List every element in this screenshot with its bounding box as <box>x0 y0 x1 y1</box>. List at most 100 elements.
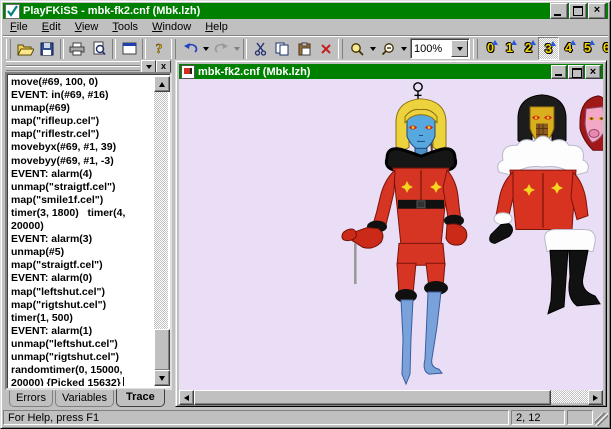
document-title-bar[interactable]: mbk-fk2.cnf (Mbk.lzh) × <box>179 64 603 79</box>
menu-item[interactable]: View <box>68 20 106 34</box>
print-preview-button[interactable] <box>88 38 110 60</box>
minimize-icon <box>554 14 561 16</box>
zoom-in-dropdown[interactable] <box>368 38 377 60</box>
maximize-button[interactable] <box>569 3 587 19</box>
menu-item[interactable]: Edit <box>35 20 68 34</box>
tab-variables[interactable]: Variables <box>55 390 114 407</box>
toolbar-band-grip <box>6 39 11 59</box>
scroll-right-button[interactable] <box>588 390 603 405</box>
female-symbol-marker[interactable] <box>414 83 422 100</box>
doll-canvas[interactable] <box>179 79 603 390</box>
cel-head-pink[interactable] <box>580 96 603 150</box>
zoom-in-button[interactable] <box>346 38 368 60</box>
help-button[interactable]: ? <box>148 38 170 60</box>
window-icon <box>122 42 137 55</box>
trace-line: unmap("rigtshut.cel") <box>11 351 153 364</box>
menu-item[interactable]: Window <box>145 20 198 34</box>
toolbar-band-grip <box>171 39 176 59</box>
page-flag-icon <box>511 40 517 45</box>
zoom-level-value: 100% <box>411 43 451 55</box>
resize-grip[interactable] <box>595 413 608 426</box>
zoom-level-combobox[interactable]: 100% <box>410 38 470 59</box>
print-preview-icon <box>92 41 106 56</box>
cel-black-glove[interactable] <box>490 224 513 244</box>
save-button[interactable] <box>36 38 58 60</box>
print-button[interactable] <box>66 38 88 60</box>
cel-black-boots[interactable] <box>545 230 600 314</box>
doll-main-figure[interactable] <box>342 83 467 384</box>
chevron-down-icon <box>401 47 407 51</box>
page-buttons: 0123456789 <box>481 37 608 60</box>
paste-button[interactable] <box>293 38 315 60</box>
trace-line: unmap("straigtf.cel") <box>11 181 153 194</box>
open-button[interactable] <box>14 38 36 60</box>
page-button-0[interactable]: 0 <box>481 37 500 58</box>
trace-line: EVENT: alarm(0) <box>11 272 153 285</box>
scroll-left-button[interactable] <box>179 390 194 405</box>
scrollbar-track[interactable] <box>551 390 588 403</box>
trace-log-listbox[interactable]: move(#69, 100, 0)EVENT: in(#69, #16)unma… <box>5 72 172 390</box>
open-folder-icon <box>17 42 34 56</box>
menu-item[interactable]: Tools <box>105 20 145 34</box>
menu-bar: FileEditViewToolsWindowHelp <box>3 19 608 35</box>
trace-line: unmap(#69) <box>11 102 153 115</box>
toolbar-separator <box>243 39 247 59</box>
cel-jacket-red[interactable] <box>490 136 589 243</box>
menu-item[interactable]: Help <box>198 20 235 34</box>
scroll-down-button[interactable] <box>154 370 170 386</box>
close-button[interactable]: × <box>588 3 606 19</box>
scroll-up-button[interactable] <box>154 76 170 92</box>
scrollbar-thumb[interactable] <box>194 390 551 405</box>
menu-item[interactable]: File <box>3 20 35 34</box>
page-flag-icon <box>589 40 595 45</box>
trace-pane: x move(#69, 100, 0)EVENT: in(#69, #16)un… <box>3 60 173 409</box>
tab-errors[interactable]: Errors <box>9 390 53 407</box>
title-bar[interactable]: PlayFKiSS - mbk-fk2.cnf (Mbk.lzh) × <box>3 3 608 19</box>
doc-maximize-button[interactable] <box>568 65 584 79</box>
page-button-2[interactable]: 2 <box>519 37 538 58</box>
document-window: mbk-fk2.cnf (Mbk.lzh) × <box>175 60 607 407</box>
undo-dropdown[interactable] <box>201 38 210 60</box>
toolbar-separator <box>142 39 146 59</box>
trace-line: 20000) {Picked 15632} <box>11 377 153 386</box>
zoom-out-button[interactable] <box>377 38 399 60</box>
copy-icon <box>275 42 289 56</box>
trace-line: unmap("leftshut.cel") <box>11 338 153 351</box>
copy-button[interactable] <box>271 38 293 60</box>
doll-right-glove[interactable] <box>446 224 467 245</box>
redo-button[interactable] <box>210 38 232 60</box>
delete-button[interactable] <box>315 38 337 60</box>
trace-line: EVENT: in(#69, #16) <box>11 89 153 102</box>
cursor-position: 2, 12 <box>511 410 565 425</box>
scrollbar-thumb[interactable] <box>154 329 170 371</box>
zoom-out-dropdown[interactable] <box>399 38 408 60</box>
maximize-icon <box>573 6 583 16</box>
page-button-3[interactable]: 3 <box>538 37 559 60</box>
trace-line: move(#69, 100, 0) <box>11 76 153 89</box>
tab-trace[interactable]: Trace <box>116 389 165 407</box>
undo-button[interactable] <box>179 38 201 60</box>
trace-line: EVENT: alarm(3) <box>11 233 153 246</box>
page-button-1[interactable]: 1 <box>500 37 519 58</box>
combobox-dropdown-button[interactable] <box>451 40 468 57</box>
doc-close-button[interactable]: × <box>585 65 601 79</box>
cut-button[interactable] <box>249 38 271 60</box>
page-button-6[interactable]: 6 <box>597 37 608 58</box>
arrow-left-icon <box>184 395 189 401</box>
trace-vertical-scrollbar[interactable] <box>154 76 168 386</box>
minimize-button[interactable] <box>550 3 568 19</box>
toolbar: ? 100% <box>3 35 608 61</box>
redo-dropdown[interactable] <box>232 38 241 60</box>
toolbar-band-grip <box>338 39 343 59</box>
app-window: PlayFKiSS - mbk-fk2.cnf (Mbk.lzh) × File… <box>0 0 611 429</box>
page-button-5[interactable]: 5 <box>578 37 597 58</box>
arrow-down-icon <box>159 376 165 381</box>
pane-header[interactable]: x <box>4 60 172 72</box>
document-title: mbk-fk2.cnf (Mbk.lzh) <box>198 65 548 79</box>
doc-minimize-button[interactable] <box>551 65 567 79</box>
cel-window-button[interactable] <box>118 38 140 60</box>
doc-horizontal-scrollbar[interactable] <box>179 390 603 403</box>
save-floppy-icon <box>40 42 54 56</box>
page-button-4[interactable]: 4 <box>559 37 578 58</box>
trace-line: movebyy(#69, #1, -3) <box>11 155 153 168</box>
